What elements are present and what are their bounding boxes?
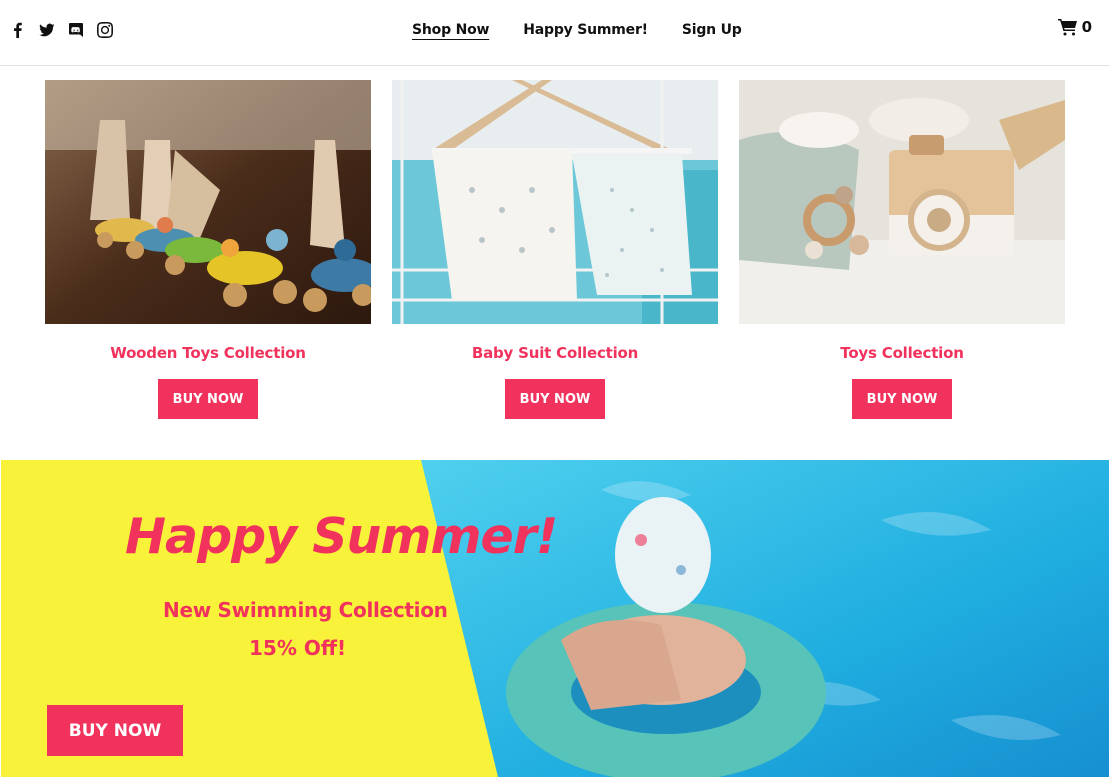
social-links [10,22,113,40]
page: Shop Now Happy Summer! Sign Up 0 Wooden … [0,0,1110,777]
buy-now-button[interactable]: BUY NOW [852,379,952,419]
product-card-toys: Toys Collection BUY NOW [739,80,1065,419]
buy-now-button[interactable]: BUY NOW [158,379,258,419]
facebook-icon[interactable] [10,22,26,40]
product-card-baby-suit: Baby Suit Collection BUY NOW [392,80,718,419]
nav-happy-summer[interactable]: Happy Summer! [523,22,648,38]
site-header: Shop Now Happy Summer! Sign Up 0 [0,0,1110,66]
nav-sign-up[interactable]: Sign Up [682,22,742,38]
banner-discount: 15% Off! [249,636,347,660]
banner-heading: Happy Summer! [125,508,558,565]
cart-count: 0 [1081,18,1092,36]
nav-shop-now[interactable]: Shop Now [412,22,489,38]
cart-button[interactable]: 0 [1057,18,1092,36]
banner-subheading: New Swimming Collection [163,598,448,622]
banner-buy-now-button[interactable]: BUY NOW [47,705,183,756]
cart-icon [1057,19,1077,36]
discord-icon[interactable] [68,22,84,40]
instagram-icon[interactable] [97,22,113,40]
product-title: Toys Collection [840,344,964,362]
product-image-baby-suit[interactable] [392,80,718,324]
product-title: Baby Suit Collection [471,344,639,362]
summer-banner: Happy Summer! New Swimming Collection 15… [1,460,1109,777]
product-image-toys[interactable] [739,80,1065,324]
product-title: Wooden Toys Collection [110,344,306,362]
twitter-icon[interactable] [39,22,55,40]
product-image-wooden-toys[interactable] [45,80,371,324]
product-card-wooden-toys: Wooden Toys Collection BUY NOW [45,80,371,419]
buy-now-button[interactable]: BUY NOW [505,379,605,419]
main-nav: Shop Now Happy Summer! Sign Up [412,22,742,38]
